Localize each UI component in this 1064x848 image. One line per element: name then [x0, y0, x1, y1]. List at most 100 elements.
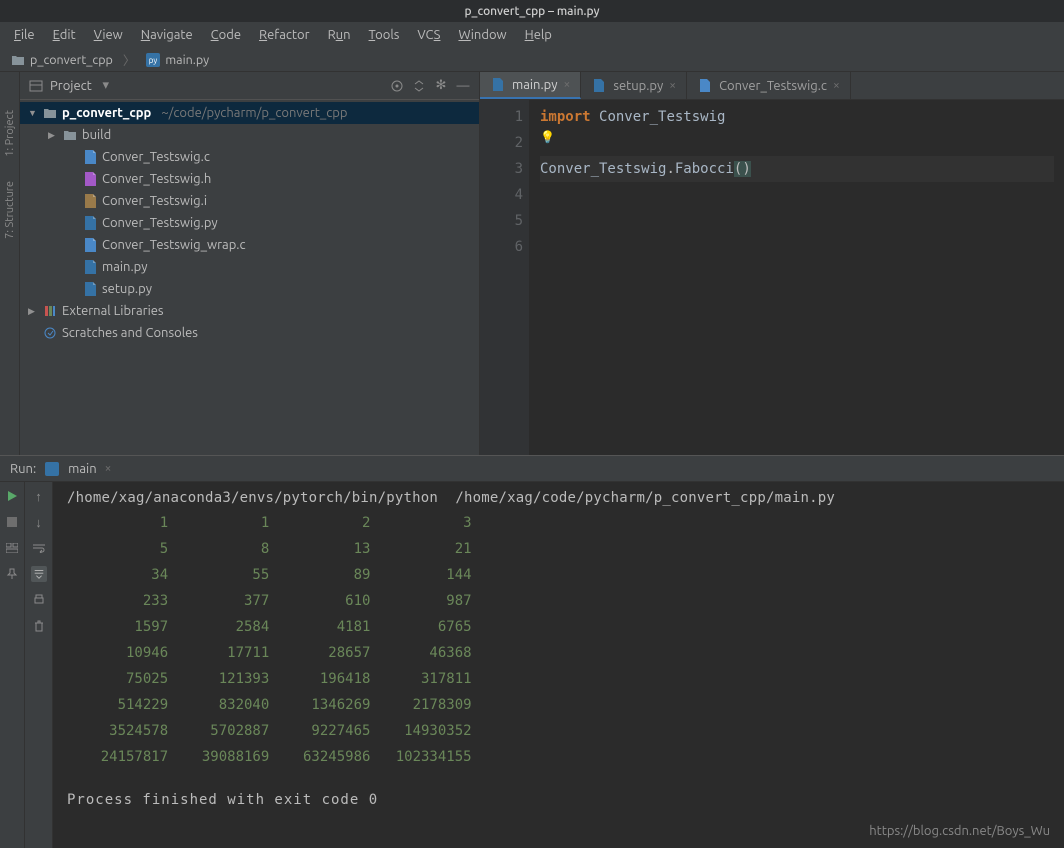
breadcrumb-file[interactable]: py main.py	[141, 51, 213, 69]
file-icon	[82, 259, 98, 275]
file-icon	[82, 281, 98, 297]
file-icon	[82, 149, 98, 165]
window-title: p_convert_cpp – main.py	[464, 5, 599, 18]
tool-button-project[interactable]: 1: Project	[4, 102, 16, 165]
editor-tab[interactable]: setup.py×	[581, 72, 687, 99]
line-number: 1	[480, 104, 523, 130]
tree-file[interactable]: setup.py	[20, 278, 479, 300]
arrow-right-icon: ▶	[28, 306, 38, 317]
line-number: 4	[480, 182, 523, 208]
menu-tools[interactable]: Tools	[361, 26, 408, 44]
gear-icon[interactable]: ✻	[433, 78, 449, 94]
file-icon	[591, 78, 607, 94]
project-panel-title: Project	[50, 79, 92, 93]
clear-button[interactable]	[31, 618, 47, 634]
run-action-bar-2: ↑ ↓	[25, 482, 53, 848]
tree-external-libraries[interactable]: ▶ External Libraries	[20, 300, 479, 322]
print-button[interactable]	[31, 592, 47, 608]
console-cmd-python: /home/xag/anaconda3/envs/pytorch/bin/pyt…	[67, 490, 438, 506]
editor-tab[interactable]: Conver_Testswig.c×	[687, 72, 851, 99]
line-number: 3	[480, 156, 523, 182]
libraries-icon	[42, 303, 58, 319]
python-file-icon: py	[145, 52, 161, 68]
arrow-down-icon: ▼	[28, 108, 38, 118]
breadcrumb-project[interactable]: p_convert_cpp	[6, 51, 117, 69]
run-action-bar-1	[0, 482, 25, 848]
menu-run[interactable]: Run	[320, 26, 359, 44]
breadcrumb: p_convert_cpp 〉 py main.py	[0, 48, 1064, 72]
arrow-right-icon: ▶	[48, 130, 58, 141]
chevron-down-icon[interactable]: ▾	[98, 78, 114, 94]
close-tab-icon[interactable]: ×	[105, 462, 112, 475]
editor-tab[interactable]: main.py×	[480, 72, 581, 99]
file-icon	[82, 215, 98, 231]
intention-bulb-icon[interactable]: 💡	[540, 130, 555, 144]
menu-file[interactable]: File	[6, 26, 43, 44]
tree-file[interactable]: Conver_Testswig.py	[20, 212, 479, 234]
tree-build-folder[interactable]: ▶ build	[20, 124, 479, 146]
file-icon	[82, 171, 98, 187]
svg-text:py: py	[149, 56, 158, 65]
menu-bar: File Edit View Navigate Code Refactor Ru…	[0, 22, 1064, 48]
menu-view[interactable]: View	[86, 26, 131, 44]
file-icon	[697, 78, 713, 94]
window-title-bar: p_convert_cpp – main.py	[0, 0, 1064, 22]
python-file-icon	[44, 461, 60, 477]
close-tab-icon[interactable]: ×	[564, 78, 571, 91]
menu-vcs[interactable]: VCS	[409, 26, 448, 44]
menu-refactor[interactable]: Refactor	[251, 26, 318, 44]
folder-icon	[42, 105, 58, 121]
line-number: 2	[480, 130, 523, 156]
project-tree: ▼ p_convert_cpp ~/code/pycharm/p_convert…	[20, 100, 479, 455]
console-cmd-script: /home/xag/code/pycharm/p_convert_cpp/mai…	[455, 490, 835, 506]
editor-tabs: main.py×setup.py×Conver_Testswig.c×	[480, 72, 1064, 100]
tree-file[interactable]: main.py	[20, 256, 479, 278]
tree-file[interactable]: Conver_Testswig.c	[20, 146, 479, 168]
line-number-gutter: 123456	[480, 100, 530, 455]
tree-scratches[interactable]: Scratches and Consoles	[20, 322, 479, 344]
up-trace-button[interactable]: ↑	[31, 488, 47, 504]
menu-window[interactable]: Window	[450, 26, 514, 44]
watermark: https://blog.csdn.net/Boys_Wu	[869, 824, 1050, 838]
line-number: 6	[480, 234, 523, 260]
menu-edit[interactable]: Edit	[45, 26, 84, 44]
close-tab-icon[interactable]: ×	[833, 79, 840, 92]
editor-body[interactable]: 123456 import Conver_Testswig Conver_Tes…	[480, 100, 1064, 455]
exit-message: Process finished with exit code 0	[67, 792, 1050, 808]
tree-file[interactable]: Conver_Testswig_wrap.c	[20, 234, 479, 256]
tree-root[interactable]: ▼ p_convert_cpp ~/code/pycharm/p_convert…	[20, 102, 479, 124]
console-output[interactable]: /home/xag/anaconda3/envs/pytorch/bin/pyt…	[53, 482, 1064, 848]
run-tool-window: Run: main × ↑ ↓	[0, 455, 1064, 848]
close-tab-icon[interactable]: ×	[669, 79, 676, 92]
console-fib-output: 1 1 2 3 5 8 13 21 34 55 89 144 233 377 6…	[67, 510, 1050, 770]
down-trace-button[interactable]: ↓	[31, 514, 47, 530]
project-view-icon	[28, 78, 44, 94]
tree-file[interactable]: Conver_Testswig.i	[20, 190, 479, 212]
run-panel-header: Run: main ×	[0, 456, 1064, 482]
hide-panel-icon[interactable]: —	[455, 78, 471, 94]
tool-button-structure[interactable]: 7: Structure	[4, 173, 16, 247]
code-area[interactable]: import Conver_Testswig Conver_Testswig.F…	[530, 100, 1064, 455]
project-panel-header: Project ▾ ✻ —	[20, 72, 479, 100]
layout-button[interactable]	[4, 540, 20, 556]
locate-icon[interactable]	[389, 78, 405, 94]
file-icon	[82, 237, 98, 253]
run-label: Run:	[10, 462, 36, 476]
tree-file[interactable]: Conver_Testswig.h	[20, 168, 479, 190]
menu-help[interactable]: Help	[517, 26, 560, 44]
stop-button[interactable]	[4, 514, 20, 530]
expand-all-icon[interactable]	[411, 78, 427, 94]
folder-icon	[62, 127, 78, 143]
menu-code[interactable]: Code	[203, 26, 249, 44]
line-number: 5	[480, 208, 523, 234]
scratches-icon	[42, 325, 58, 341]
run-config-name[interactable]: main	[68, 462, 96, 476]
scroll-to-end-button[interactable]	[31, 566, 47, 582]
pin-button[interactable]	[4, 566, 20, 582]
file-icon	[82, 193, 98, 209]
file-icon	[490, 77, 506, 93]
rerun-button[interactable]	[4, 488, 20, 504]
menu-navigate[interactable]: Navigate	[133, 26, 201, 44]
chevron-right-icon: 〉	[123, 50, 136, 69]
soft-wrap-button[interactable]	[31, 540, 47, 556]
